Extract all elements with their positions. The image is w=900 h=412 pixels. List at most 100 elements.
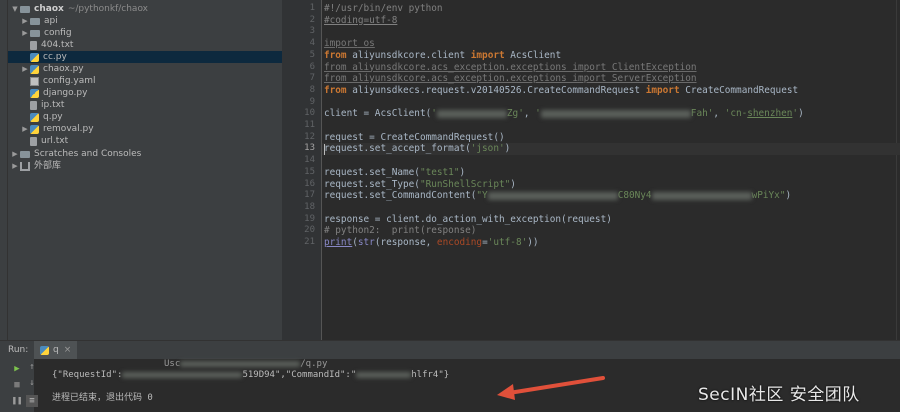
tree-item-label: removal.py	[43, 124, 94, 134]
code-line: request = CreateCommandRequest()	[324, 131, 505, 143]
run-tab-label: q	[53, 345, 59, 355]
tree-item[interactable]: 404.txt	[30, 39, 73, 51]
line-number: 8	[309, 84, 315, 95]
console-token: hlfr4"}	[411, 370, 450, 380]
line-number: 14	[304, 155, 315, 166]
code-token: aliyunsdkecs.request.v20140526.CreateCom…	[346, 84, 646, 96]
line-number: 5	[309, 49, 315, 60]
line-number: 3	[309, 26, 315, 37]
code-token: print	[324, 237, 353, 248]
tree-root[interactable]: ▼ chaox ~/pythonkf/chaox	[10, 3, 148, 15]
rerun-icon[interactable]: ▶	[11, 363, 23, 375]
tree-external-libraries[interactable]: ▶ 外部库	[10, 160, 61, 172]
code-line: #!/usr/bin/env python	[324, 3, 443, 14]
scratches-icon	[20, 150, 30, 158]
console-output-line: {"RequestId": 519D94","CommandId":" hlfr4"…	[52, 370, 449, 381]
chevron-down-icon[interactable]: ▼	[10, 3, 20, 15]
code-token: C80Ny4	[617, 190, 652, 202]
python-file-icon	[30, 64, 39, 74]
chevron-right-icon[interactable]: ▶	[20, 63, 30, 75]
tree-item[interactable]: q.py	[30, 111, 63, 123]
code-token: import	[470, 49, 505, 61]
code-token: Zg'	[506, 108, 524, 120]
line-number: 4	[309, 38, 315, 49]
code-token: request.set_CommandContent(	[324, 190, 477, 202]
stop-icon[interactable]: ■	[11, 379, 23, 391]
code-token: ,	[713, 108, 725, 120]
python-file-icon	[30, 88, 39, 98]
console-token: 519D94","CommandId":"	[242, 370, 357, 380]
code-token: CreateCommandRequest	[679, 84, 799, 96]
tree-item[interactable]: ▶ chaox.py	[20, 63, 83, 75]
tree-item[interactable]: url.txt	[30, 135, 68, 147]
tree-item[interactable]: ip.txt	[30, 99, 64, 111]
chevron-right-icon[interactable]: ▶	[20, 27, 30, 39]
run-tab-q[interactable]: q ×	[34, 341, 78, 359]
line-number: 15	[304, 166, 315, 177]
code-line: request.set_Name("test1")	[324, 167, 465, 179]
redacted-blur	[487, 191, 618, 200]
tree-item[interactable]: django.py	[30, 87, 87, 99]
chevron-right-icon[interactable]: ▶	[10, 160, 20, 172]
code-token: )	[798, 108, 804, 120]
code-line: from aliyunsdkcore.acs_exception.excepti…	[324, 61, 697, 73]
chevron-right-icon[interactable]: ▶	[20, 123, 30, 135]
code-token: from	[324, 49, 347, 61]
line-number: 11	[304, 120, 315, 130]
tree-item-label: 404.txt	[41, 40, 74, 50]
text-file-icon	[30, 40, 37, 50]
code-token: aliyunsdkcore.client	[346, 49, 471, 61]
code-token: import	[645, 84, 680, 96]
code-line: response = client.do_action_with_excepti…	[324, 213, 612, 225]
line-number: 18	[304, 201, 315, 212]
chevron-right-icon[interactable]: ▶	[10, 148, 20, 160]
python-file-icon	[30, 52, 39, 62]
library-icon	[20, 161, 30, 171]
tree-item[interactable]: ▶ api	[20, 15, 57, 27]
close-icon[interactable]: ×	[64, 345, 72, 355]
code-token: 'cn-	[724, 108, 748, 120]
code-token: "test1"	[419, 166, 460, 178]
code-line: from aliyunsdkcore.acs_exception.excepti…	[324, 73, 697, 85]
tree-item-label: Scratches and Consoles	[34, 149, 142, 159]
code-token: from	[324, 84, 347, 96]
text-file-icon	[30, 136, 37, 146]
pause-icon[interactable]: ❚❚	[11, 395, 23, 407]
code-token: )	[459, 166, 466, 178]
line-number: 10	[304, 108, 315, 119]
watermark-text: SecIN社区 安全团队	[698, 385, 860, 405]
console-path-prefix: Usc	[164, 359, 181, 369]
tree-item-label: cc.py	[43, 52, 67, 62]
tree-item-label: ip.txt	[41, 100, 65, 110]
line-number: 1	[309, 3, 315, 13]
chevron-right-icon[interactable]: ▶	[20, 15, 30, 27]
code-token: import	[324, 38, 358, 50]
code-token: '	[535, 108, 541, 120]
tree-item-selected[interactable]: cc.py	[8, 51, 282, 63]
tree-scratches[interactable]: ▶ Scratches and Consoles	[10, 148, 141, 160]
code-line: request.set_Type("RunShellScript")	[324, 179, 516, 191]
tree-item[interactable]: ▶ config	[20, 27, 71, 39]
console-exit-line: 进程已结束，退出代码 0	[52, 393, 153, 403]
code-token: encoding	[436, 237, 483, 248]
python-file-icon	[30, 112, 39, 122]
tree-item[interactable]: ▶ removal.py	[20, 123, 94, 135]
redacted-blur	[436, 109, 507, 118]
code-token: wPiYx"	[751, 190, 786, 202]
tool-window-strip[interactable]	[0, 0, 8, 340]
redacted-blur	[180, 360, 301, 367]
tree-item[interactable]: config.yaml	[30, 75, 96, 87]
run-toolbar: ▶ ■ ❚❚ ↑ ↓ ≡	[0, 359, 38, 412]
code-editor[interactable]: #!/usr/bin/env python #coding=utf-8 impo…	[322, 0, 900, 340]
tree-root-label: chaox	[34, 4, 64, 14]
code-token: )	[785, 190, 792, 202]
line-number: 16	[304, 178, 315, 189]
tree-item-label: url.txt	[41, 136, 69, 146]
line-number-gutter: 1 2 3 4 5 6 7 8 9 10 11 12 13 14 15 16 1…	[282, 0, 322, 340]
console-token: {"RequestId":	[52, 370, 123, 380]
tree-item-label: 外部库	[34, 161, 62, 171]
code-token: AcsClient	[504, 49, 562, 61]
line-number: 2	[309, 14, 315, 25]
line-number: 9	[309, 96, 315, 107]
redacted-blur	[356, 371, 412, 378]
